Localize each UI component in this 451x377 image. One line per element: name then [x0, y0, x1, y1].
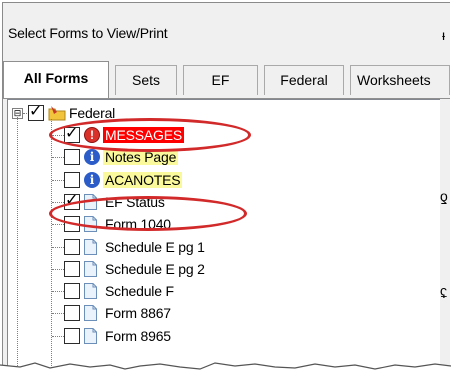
tree-item-label: Schedule E pg 1: [105, 238, 205, 255]
partial-control: ᵻ: [442, 27, 446, 43]
tab-all-forms[interactable]: All Forms: [3, 61, 109, 98]
tab-label: EF: [211, 72, 230, 88]
tree-item-label: Schedule F: [105, 283, 174, 300]
item-checkbox[interactable]: [64, 260, 80, 277]
tree-item[interactable]: i Notes Page: [8, 148, 438, 170]
forms-tree[interactable]: ⊟ ✓ Federal ✓! MESSAGES i Notes Page i ACANOT…: [7, 99, 440, 371]
tree-item[interactable]: Form 8867: [8, 304, 438, 326]
annotation-circle-messages: [49, 118, 251, 152]
document-icon: [84, 305, 97, 322]
tab-sets[interactable]: Sets: [115, 65, 177, 95]
partial-edge-text: ƍ: [440, 188, 448, 204]
annotation-circle-ef-status: [49, 196, 247, 231]
tab-label: Sets: [131, 72, 160, 88]
partial-edge-text: ʢ: [440, 285, 447, 301]
tree-item[interactable]: Form 8965: [8, 327, 438, 349]
root-checkbox[interactable]: ✓: [28, 103, 44, 121]
tab-label: All Forms: [23, 70, 89, 86]
tree-connector: [52, 179, 64, 181]
dialog-header: Select Forms to View/Print ᵻ: [3, 3, 450, 59]
tree-item-label: Schedule E pg 2: [105, 260, 205, 277]
document-icon: [84, 283, 97, 300]
tab-bar: All Forms Sets EF Federal Worksheets: [3, 61, 450, 99]
item-checkbox[interactable]: [64, 327, 80, 344]
forms-window: Select Forms to View/Print ᵻ All Forms S…: [2, 2, 450, 376]
info-icon: i: [84, 149, 100, 166]
tab-ef[interactable]: EF: [183, 65, 258, 95]
tree-connector: [52, 201, 64, 203]
tab-federal[interactable]: Federal: [264, 65, 344, 95]
tree-connector: [52, 335, 64, 337]
tree-connector: [52, 291, 64, 293]
item-checkbox[interactable]: [64, 305, 80, 322]
torn-edge: [0, 362, 451, 377]
tree-item-label: Form 8867: [105, 305, 171, 322]
dialog-title: Select Forms to View/Print: [8, 25, 168, 41]
tree-item[interactable]: Schedule E pg 1: [8, 238, 438, 260]
document-icon: [84, 260, 97, 277]
tree-item-label: Form 8965: [105, 327, 171, 344]
checkmark-icon: ✓: [29, 103, 43, 120]
info-icon: i: [84, 171, 100, 188]
tree-connector: [52, 224, 64, 226]
item-checkbox[interactable]: [64, 171, 80, 188]
item-checkbox[interactable]: [64, 149, 80, 166]
tree-item[interactable]: i ACANOTES: [8, 171, 438, 193]
tree-item[interactable]: Schedule F: [8, 282, 438, 304]
tree-item-label: ACANOTES: [103, 171, 183, 188]
tree-connector: [52, 157, 64, 159]
tab-label: Federal: [280, 72, 328, 88]
tab-worksheets[interactable]: Worksheets: [350, 65, 450, 95]
tree-connector: [52, 313, 64, 315]
tree-connector: [52, 246, 64, 248]
tab-label: Worksheets: [357, 72, 431, 88]
document-icon: [84, 238, 97, 255]
item-checkbox[interactable]: [64, 283, 80, 300]
tree-connector: [52, 268, 64, 270]
document-icon: [84, 327, 97, 344]
item-checkbox[interactable]: [64, 238, 80, 255]
tree-item[interactable]: Schedule E pg 2: [8, 260, 438, 282]
